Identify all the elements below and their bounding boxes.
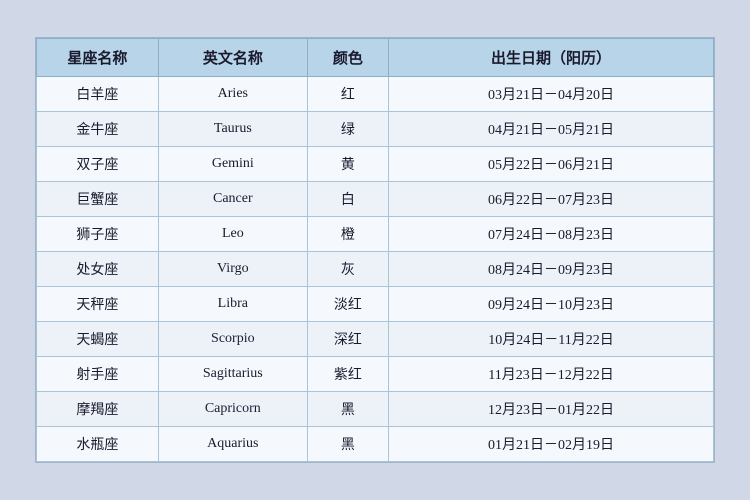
cell-date: 01月21日－02月19日 bbox=[389, 427, 714, 462]
cell-date: 04月21日－05月21日 bbox=[389, 112, 714, 147]
cell-date: 06月22日－07月23日 bbox=[389, 182, 714, 217]
table-row: 天秤座Libra淡红09月24日－10月23日 bbox=[37, 287, 714, 322]
cell-cn: 天蝎座 bbox=[37, 322, 159, 357]
cell-cn: 白羊座 bbox=[37, 77, 159, 112]
cell-cn: 金牛座 bbox=[37, 112, 159, 147]
cell-en: Scorpio bbox=[158, 322, 307, 357]
table-row: 金牛座Taurus绿04月21日－05月21日 bbox=[37, 112, 714, 147]
cell-color: 白 bbox=[307, 182, 388, 217]
cell-color: 黑 bbox=[307, 392, 388, 427]
cell-en: Aquarius bbox=[158, 427, 307, 462]
cell-color: 黄 bbox=[307, 147, 388, 182]
cell-color: 红 bbox=[307, 77, 388, 112]
cell-color: 橙 bbox=[307, 217, 388, 252]
cell-en: Sagittarius bbox=[158, 357, 307, 392]
cell-en: Virgo bbox=[158, 252, 307, 287]
cell-en: Gemini bbox=[158, 147, 307, 182]
cell-date: 12月23日－01月22日 bbox=[389, 392, 714, 427]
table-row: 狮子座Leo橙07月24日－08月23日 bbox=[37, 217, 714, 252]
cell-date: 08月24日－09月23日 bbox=[389, 252, 714, 287]
cell-color: 淡红 bbox=[307, 287, 388, 322]
cell-en: Libra bbox=[158, 287, 307, 322]
cell-color: 绿 bbox=[307, 112, 388, 147]
cell-color: 灰 bbox=[307, 252, 388, 287]
cell-cn: 处女座 bbox=[37, 252, 159, 287]
table-row: 白羊座Aries红03月21日－04月20日 bbox=[37, 77, 714, 112]
header-en: 英文名称 bbox=[158, 39, 307, 77]
table-row: 处女座Virgo灰08月24日－09月23日 bbox=[37, 252, 714, 287]
cell-date: 11月23日－12月22日 bbox=[389, 357, 714, 392]
cell-en: Leo bbox=[158, 217, 307, 252]
header-date: 出生日期（阳历） bbox=[389, 39, 714, 77]
cell-en: Taurus bbox=[158, 112, 307, 147]
cell-color: 深红 bbox=[307, 322, 388, 357]
cell-date: 05月22日－06月21日 bbox=[389, 147, 714, 182]
cell-cn: 射手座 bbox=[37, 357, 159, 392]
cell-color: 黑 bbox=[307, 427, 388, 462]
cell-color: 紫红 bbox=[307, 357, 388, 392]
cell-cn: 狮子座 bbox=[37, 217, 159, 252]
cell-en: Cancer bbox=[158, 182, 307, 217]
cell-date: 10月24日－11月22日 bbox=[389, 322, 714, 357]
cell-date: 09月24日－10月23日 bbox=[389, 287, 714, 322]
zodiac-table-container: 星座名称 英文名称 颜色 出生日期（阳历） 白羊座Aries红03月21日－04… bbox=[35, 37, 715, 463]
cell-en: Aries bbox=[158, 77, 307, 112]
cell-en: Capricorn bbox=[158, 392, 307, 427]
cell-cn: 水瓶座 bbox=[37, 427, 159, 462]
header-cn: 星座名称 bbox=[37, 39, 159, 77]
cell-cn: 巨蟹座 bbox=[37, 182, 159, 217]
table-row: 天蝎座Scorpio深红10月24日－11月22日 bbox=[37, 322, 714, 357]
table-header-row: 星座名称 英文名称 颜色 出生日期（阳历） bbox=[37, 39, 714, 77]
cell-date: 03月21日－04月20日 bbox=[389, 77, 714, 112]
table-row: 射手座Sagittarius紫红11月23日－12月22日 bbox=[37, 357, 714, 392]
header-color: 颜色 bbox=[307, 39, 388, 77]
table-row: 双子座Gemini黄05月22日－06月21日 bbox=[37, 147, 714, 182]
zodiac-table: 星座名称 英文名称 颜色 出生日期（阳历） 白羊座Aries红03月21日－04… bbox=[36, 38, 714, 462]
table-row: 水瓶座Aquarius黑01月21日－02月19日 bbox=[37, 427, 714, 462]
cell-cn: 摩羯座 bbox=[37, 392, 159, 427]
table-body: 白羊座Aries红03月21日－04月20日金牛座Taurus绿04月21日－0… bbox=[37, 77, 714, 462]
table-row: 摩羯座Capricorn黑12月23日－01月22日 bbox=[37, 392, 714, 427]
table-row: 巨蟹座Cancer白06月22日－07月23日 bbox=[37, 182, 714, 217]
cell-cn: 天秤座 bbox=[37, 287, 159, 322]
cell-date: 07月24日－08月23日 bbox=[389, 217, 714, 252]
cell-cn: 双子座 bbox=[37, 147, 159, 182]
